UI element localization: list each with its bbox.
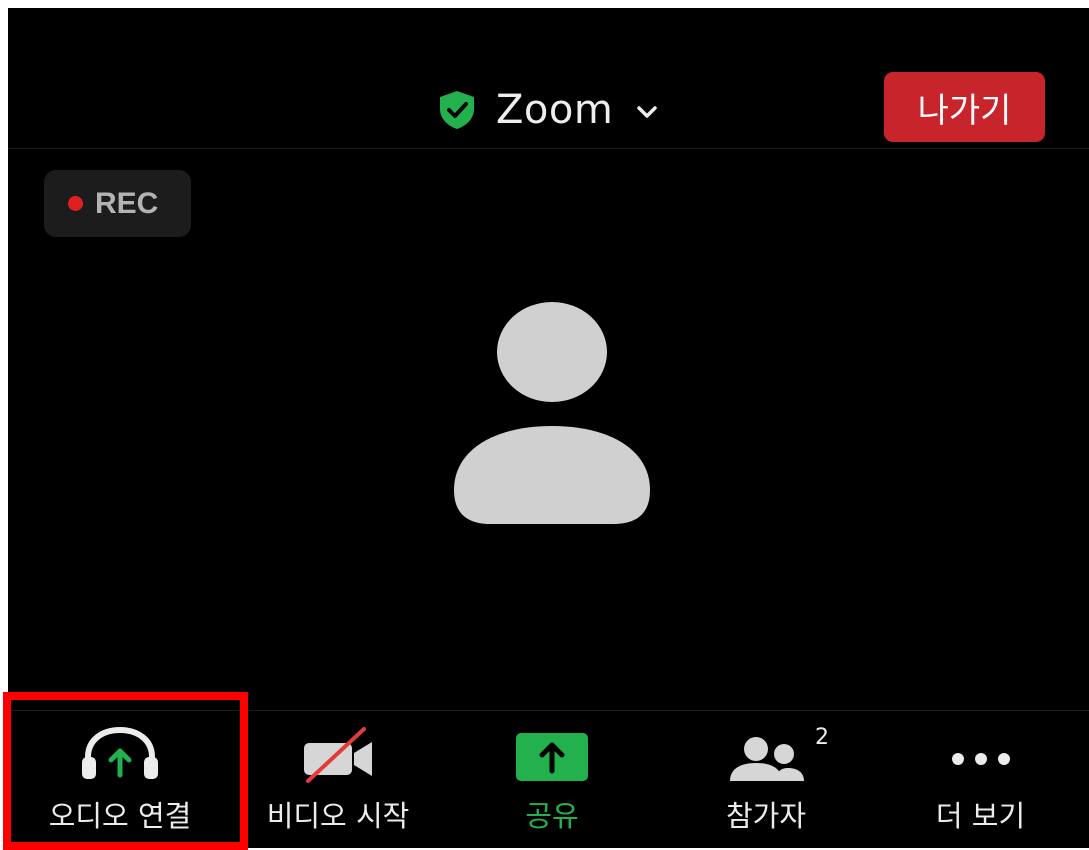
meeting-title-dropdown[interactable]: Zoom <box>436 80 661 140</box>
leave-button[interactable]: 나가기 <box>884 72 1045 142</box>
recording-badge: REC <box>44 170 191 237</box>
participants-button[interactable]: 2 참가자 <box>660 711 872 848</box>
start-video-label: 비디오 시작 <box>266 799 410 833</box>
more-button[interactable]: 더 보기 <box>872 711 1089 848</box>
recording-label: REC <box>95 186 159 220</box>
share-label: 공유 <box>525 799 579 833</box>
more-icon <box>951 753 1010 765</box>
participants-icon <box>730 737 804 781</box>
more-label: 더 보기 <box>935 799 1026 833</box>
video-off-icon <box>304 727 372 783</box>
meeting-screen: Zoom 나가기 REC 오디오 연결 비디오 시작 공유 2 참가자 더 보기 <box>8 8 1089 848</box>
start-video-button[interactable]: 비디오 시작 <box>232 711 444 848</box>
person-placeholder-icon <box>454 302 650 524</box>
join-audio-button[interactable]: 오디오 연결 <box>8 711 232 848</box>
join-audio-label: 오디오 연결 <box>48 799 192 833</box>
share-screen-icon <box>516 733 588 781</box>
recording-dot-icon <box>68 196 83 211</box>
meeting-header: Zoom 나가기 <box>8 8 1089 149</box>
meeting-toolbar: 오디오 연결 비디오 시작 공유 2 참가자 더 보기 <box>8 710 1089 848</box>
shield-check-icon <box>440 91 474 129</box>
meeting-title: Zoom <box>496 87 614 133</box>
chevron-down-icon <box>637 106 658 118</box>
participant-count-badge: 2 <box>815 725 829 750</box>
share-button[interactable]: 공유 <box>444 711 660 848</box>
headphones-icon <box>82 727 158 779</box>
participants-label: 참가자 <box>725 799 807 833</box>
